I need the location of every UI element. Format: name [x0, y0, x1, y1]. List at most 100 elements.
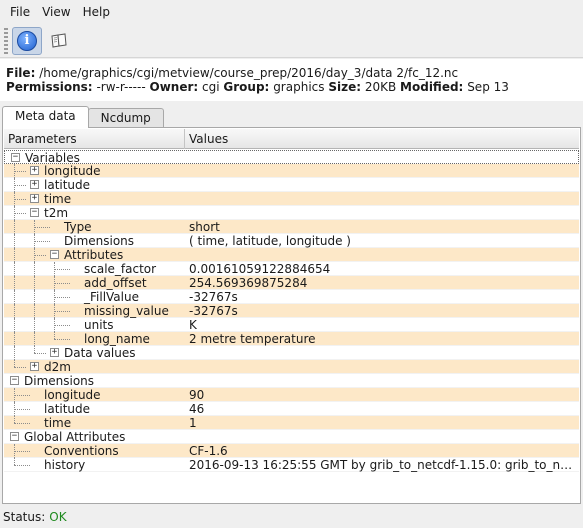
book-button[interactable]	[44, 27, 74, 55]
tree-cell-value: 2016-09-13 16:25:55 GMT by grib_to_netcd…	[189, 458, 579, 472]
tree-row-label: scale_factor	[84, 262, 157, 276]
tree-row[interactable]: − Global Attributes	[4, 430, 579, 444]
menu-help[interactable]: Help	[77, 3, 116, 21]
expand-icon[interactable]: +	[30, 194, 39, 203]
tree-cell-parameter: Dimensions	[4, 234, 185, 248]
tree-row[interactable]: + Data values	[4, 346, 579, 360]
tree-row-label: Conventions	[44, 444, 119, 458]
tree-branch-line	[14, 213, 26, 214]
tree-row[interactable]: scale_factor 0.00161059122884654	[4, 262, 579, 276]
tree-row[interactable]: latitude 46	[4, 402, 579, 416]
tree-branch-line	[34, 353, 46, 354]
metadata-tree[interactable]: Parameters Values − Variables + longitude + l…	[2, 127, 581, 504]
file-path: /home/graphics/cgi/metview/course_prep/2…	[39, 66, 459, 80]
tree-cell-parameter: − Global Attributes	[4, 430, 185, 444]
tree-guide-line	[14, 458, 15, 465]
expand-icon[interactable]: +	[30, 180, 39, 189]
tree-row[interactable]: − Attributes	[4, 248, 579, 262]
tree-cell-parameter: + time	[4, 192, 185, 206]
tree-cell-value	[189, 248, 579, 262]
group-value: graphics	[273, 80, 325, 94]
tree-cell-value: 90	[189, 388, 205, 402]
tree-row[interactable]: long_name 2 metre temperature	[4, 332, 579, 346]
tree-row[interactable]: Dimensions ( time, latitude, longitude )	[4, 234, 579, 248]
tree-row[interactable]: missing_value -32767s	[4, 304, 579, 318]
tree-row[interactable]: + d2m	[4, 360, 579, 374]
tab-bar: Meta data Ncdump	[0, 106, 583, 128]
tree-cell-value: 0.00161059122884654	[189, 262, 331, 276]
tree-row[interactable]: add_offset 254.569369875284	[4, 276, 579, 290]
toolbar: i	[0, 24, 583, 58]
tree-guide-line	[54, 332, 55, 339]
status-label: Status:	[3, 510, 46, 524]
tree-cell-value: 1	[189, 416, 197, 430]
tree-row[interactable]: units K	[4, 318, 579, 332]
tree-branch-line	[54, 269, 70, 270]
menu-file[interactable]: File	[4, 3, 36, 21]
tree-row-label: Dimensions	[24, 374, 95, 388]
collapse-icon[interactable]: −	[10, 432, 19, 441]
menu-view[interactable]: View	[36, 3, 76, 21]
tree-guide-line	[34, 318, 35, 332]
expand-icon[interactable]: +	[50, 348, 59, 357]
collapse-icon[interactable]: −	[50, 250, 59, 259]
tree-row-label: long_name	[84, 332, 150, 346]
tree-guide-line	[34, 304, 35, 318]
tree-branch-line	[14, 185, 26, 186]
tree-cell-parameter: Conventions	[4, 444, 185, 458]
tree-guide-line	[34, 332, 35, 346]
info-button[interactable]: i	[12, 26, 42, 55]
collapse-icon[interactable]: −	[11, 153, 20, 162]
column-header-parameters[interactable]: Parameters	[4, 129, 185, 149]
tree-cell-value: K	[189, 318, 197, 332]
tree-row[interactable]: − Dimensions	[4, 374, 579, 388]
tree-row[interactable]: + latitude	[4, 178, 579, 192]
tree-branch-line	[14, 367, 26, 368]
collapse-icon[interactable]: −	[30, 208, 39, 217]
tree-branch-line	[14, 395, 30, 396]
tree-cell-value: -32767s	[189, 304, 238, 318]
tree-guide-line	[14, 346, 15, 360]
tree-row[interactable]: − Variables	[4, 150, 580, 165]
tree-cell-parameter: longitude	[4, 388, 185, 402]
tree-guide-line	[14, 360, 15, 367]
tree-branch-line	[14, 409, 30, 410]
tree-branch-line	[34, 241, 50, 242]
tree-row[interactable]: + time	[4, 192, 579, 206]
tree-cell-value	[189, 206, 579, 220]
column-header-values[interactable]: Values	[185, 129, 579, 149]
tree-cell-parameter: history	[4, 458, 185, 472]
tab-ncdump[interactable]: Ncdump	[87, 108, 164, 128]
tree-row[interactable]: + longitude	[4, 164, 579, 178]
tab-meta-data[interactable]: Meta data	[2, 106, 89, 128]
tree-guide-line	[14, 248, 15, 262]
tree-cell-parameter: missing_value	[4, 304, 185, 318]
tree-row-label: _FillValue	[84, 290, 139, 304]
tree-row[interactable]: Conventions CF-1.6	[4, 444, 579, 458]
tree-row[interactable]: _FillValue -32767s	[4, 290, 579, 304]
tree-row[interactable]: − t2m	[4, 206, 579, 220]
tree-cell-value	[190, 151, 580, 165]
tree-row[interactable]: Type short	[4, 220, 579, 234]
tree-row-label: d2m	[44, 360, 71, 374]
tree-branch-line	[14, 465, 30, 466]
tree-branch-line	[14, 171, 26, 172]
tree-row-label: missing_value	[84, 304, 169, 318]
tree-cell-parameter: units	[4, 318, 185, 332]
tree-guide-line	[14, 262, 15, 276]
tree-branch-line	[14, 423, 30, 424]
tree-cell-parameter: latitude	[4, 402, 185, 416]
size-label: Size:	[328, 80, 362, 94]
size-value: 20KB	[364, 80, 397, 94]
collapse-icon[interactable]: −	[10, 376, 19, 385]
tree-cell-value: 254.569369875284	[189, 276, 308, 290]
tree-cell-value	[189, 374, 579, 388]
tree-row[interactable]: time 1	[4, 416, 579, 430]
expand-icon[interactable]: +	[30, 166, 39, 175]
expand-icon[interactable]: +	[30, 362, 39, 371]
toolbar-grip[interactable]	[4, 27, 8, 54]
tree-row[interactable]: longitude 90	[4, 388, 579, 402]
tree-row[interactable]: history 2016-09-13 16:25:55 GMT by grib_t…	[4, 458, 579, 472]
tree-cell-parameter: + longitude	[4, 164, 185, 178]
tree-cell-value: CF-1.6	[189, 444, 228, 458]
